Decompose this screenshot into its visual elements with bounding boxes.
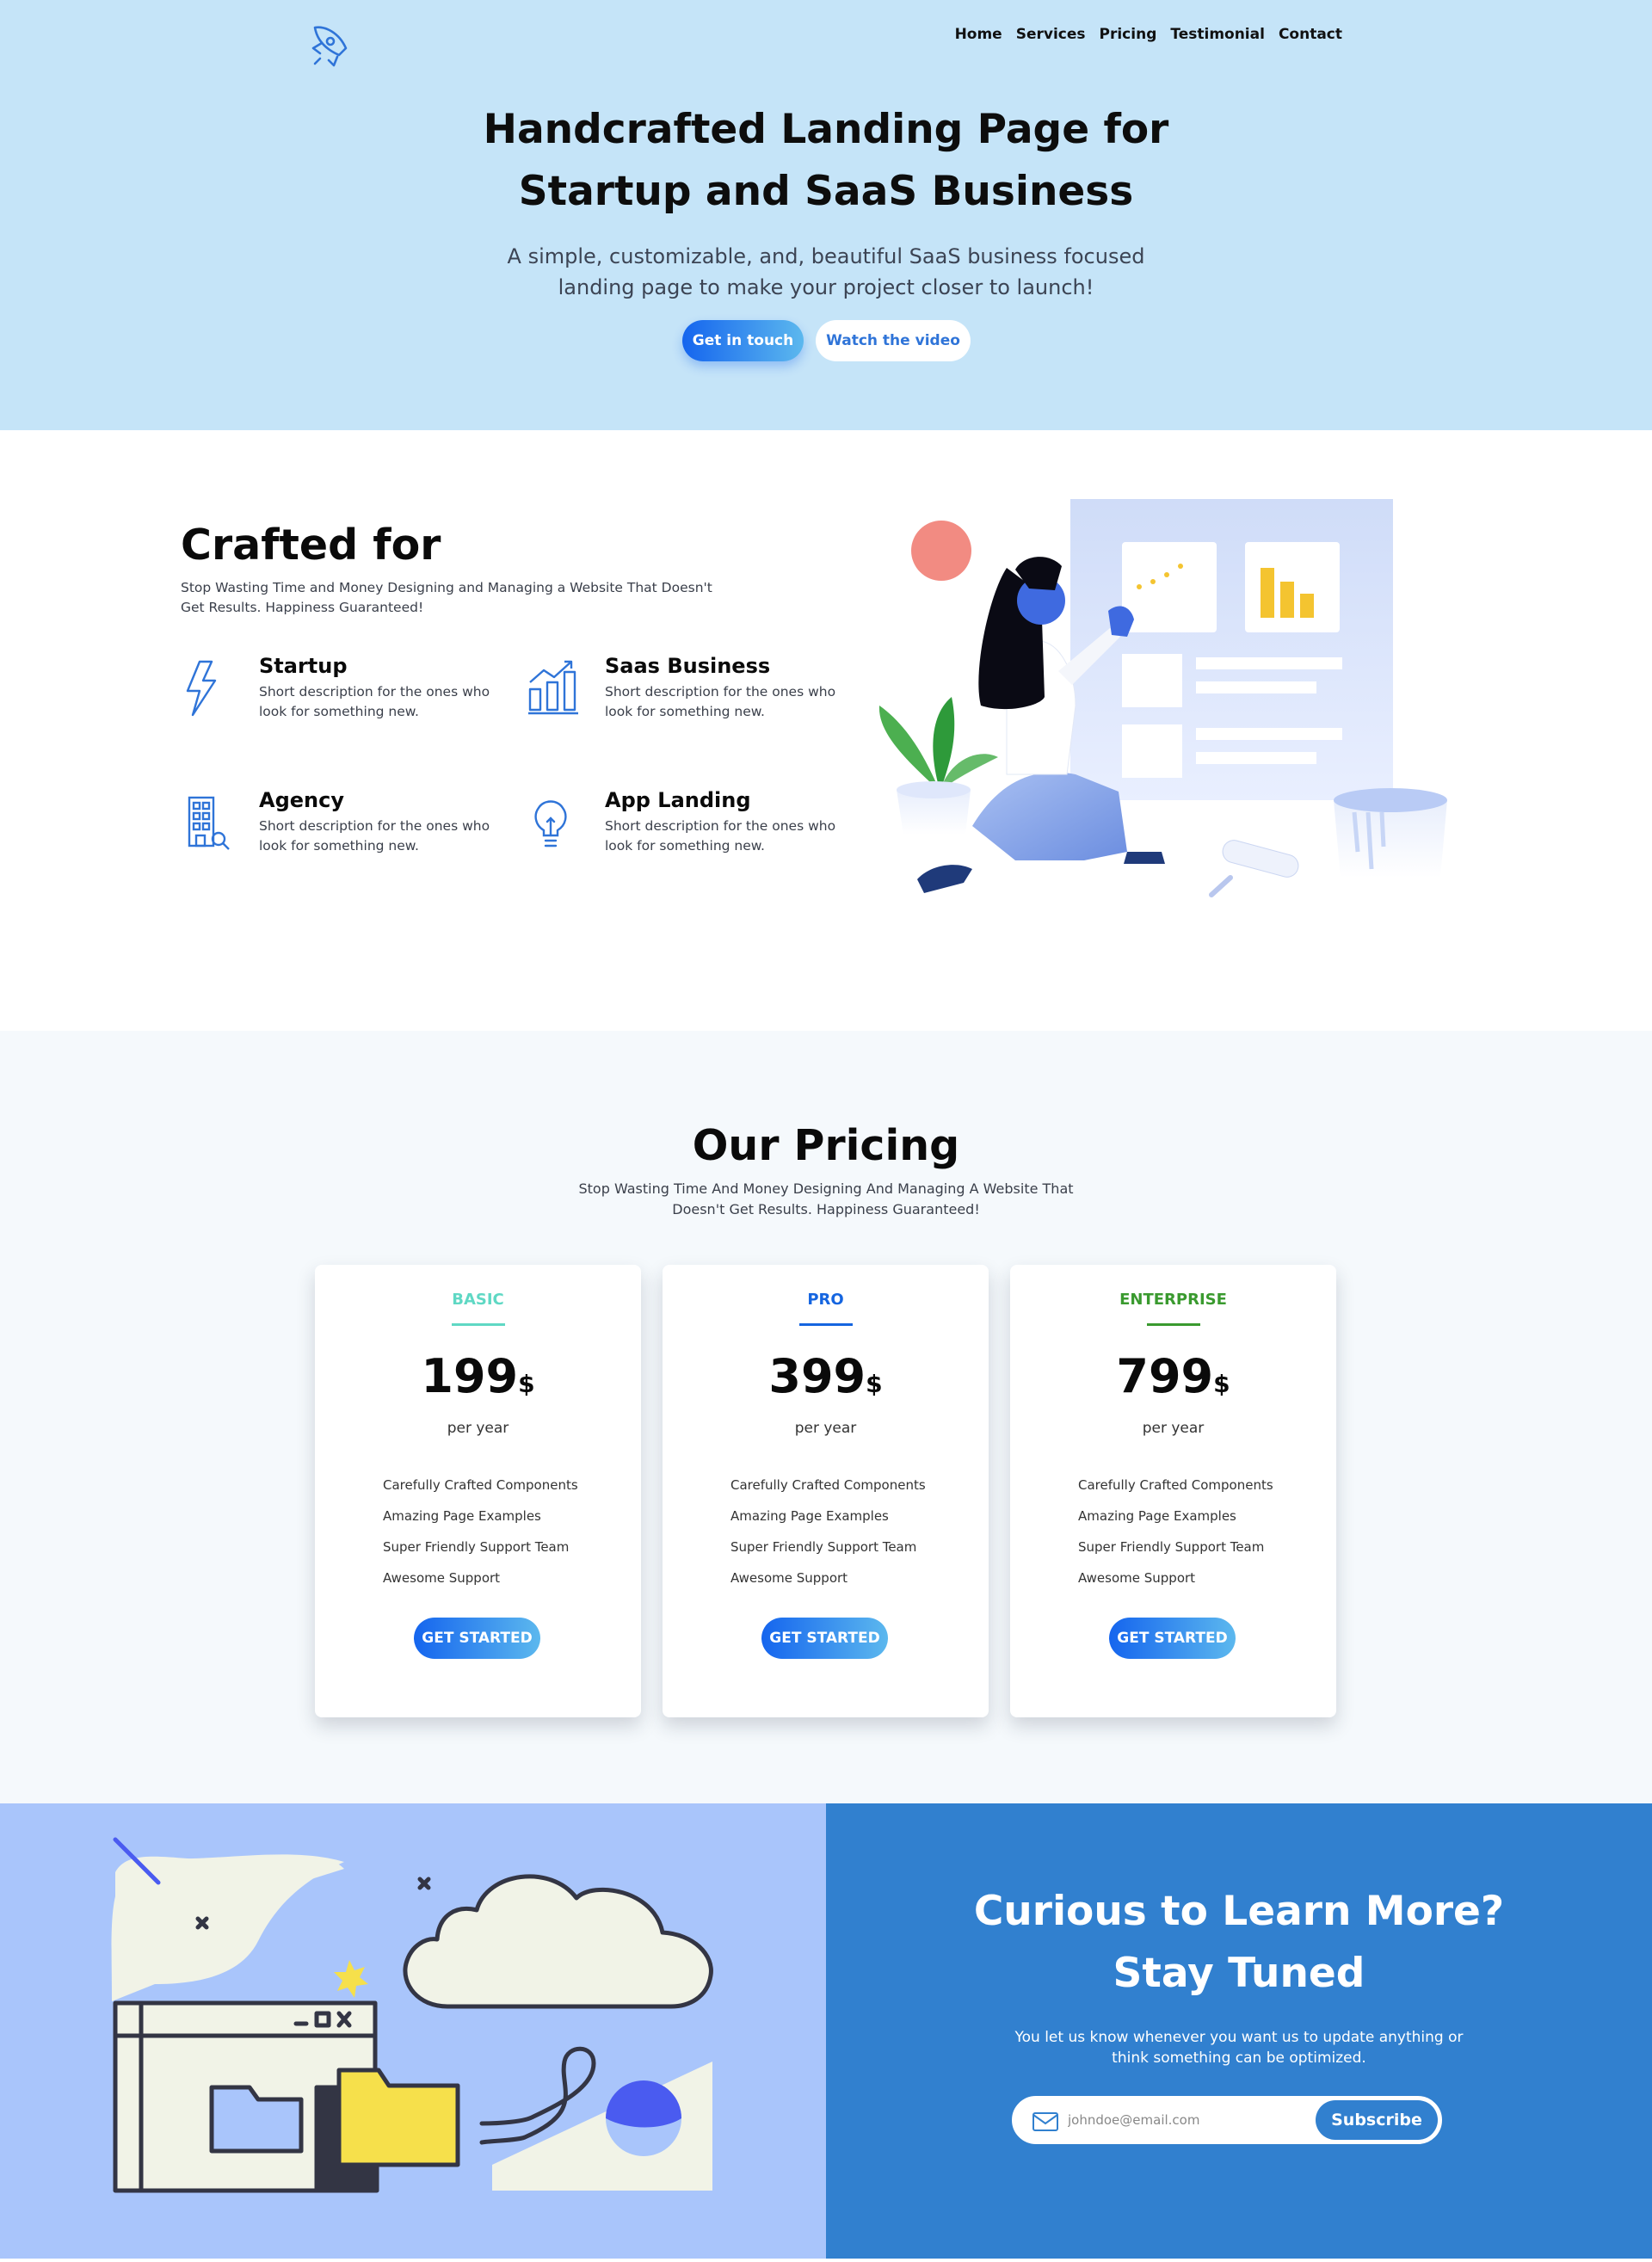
plan-period: per year bbox=[1142, 1420, 1205, 1437]
plan-feature: Amazing Page Examples bbox=[1078, 1508, 1236, 1524]
feature-desc: Short description for the ones who look … bbox=[259, 818, 490, 854]
plan-price: 799$ bbox=[1010, 1349, 1336, 1403]
plan-underline bbox=[452, 1323, 505, 1326]
plan-feature: Super Friendly Support Team bbox=[1078, 1539, 1265, 1555]
subscribe-form: Subscribe bbox=[1012, 2096, 1442, 2144]
crafted-title: Crafted for bbox=[181, 521, 441, 570]
lightbulb-icon bbox=[527, 792, 580, 853]
newsletter-description: You let us know whenever you want us to … bbox=[1014, 2029, 1464, 2067]
pricing-card-basic: BASIC 199$ per year Carefully Crafted Co… bbox=[315, 1265, 641, 1717]
hero-subtitle: A simple, customizable, and, beautiful S… bbox=[507, 244, 1145, 299]
plan-feature: Carefully Crafted Components bbox=[730, 1477, 926, 1493]
hero-section: Home Services Pricing Testimonial Contac… bbox=[0, 0, 1652, 430]
mail-icon bbox=[1032, 2111, 1059, 2132]
crafted-section: Crafted for Stop Wasting Time and Money … bbox=[0, 430, 1652, 1031]
plan-price: 199$ bbox=[315, 1349, 641, 1403]
pricing-description: Stop Wasting Time And Money Designing An… bbox=[578, 1180, 1074, 1217]
plan-feature: Amazing Page Examples bbox=[730, 1508, 889, 1524]
feature-saas: Saas Business Short description for the … bbox=[527, 654, 871, 727]
plan-name: BASIC bbox=[452, 1291, 504, 1309]
plan-feature: Super Friendly Support Team bbox=[730, 1539, 917, 1555]
feature-app-landing: App Landing Short description for the on… bbox=[527, 788, 871, 861]
plan-name: PRO bbox=[807, 1291, 844, 1309]
chart-icon bbox=[527, 658, 580, 718]
plan-feature: Carefully Crafted Components bbox=[383, 1477, 578, 1493]
plan-feature: Awesome Support bbox=[383, 1570, 501, 1586]
price-currency: $ bbox=[1213, 1370, 1230, 1398]
plan-feature: Awesome Support bbox=[1078, 1570, 1196, 1586]
price-amount: 799 bbox=[1116, 1349, 1214, 1403]
cloud-folder-illustration bbox=[111, 1837, 713, 2193]
newsletter-title-line1: Curious to Learn More? bbox=[973, 1888, 1505, 1935]
newsletter-title: Curious to Learn More? Stay Tuned bbox=[938, 1881, 1540, 2005]
newsletter-title-line2: Stay Tuned bbox=[1113, 1950, 1365, 1997]
plan-feature: Awesome Support bbox=[730, 1570, 848, 1586]
hero-title: Handcrafted Landing Page for Startup and… bbox=[396, 99, 1256, 223]
feature-desc: Short description for the ones who look … bbox=[605, 684, 836, 719]
crafted-description: Stop Wasting Time and Money Designing an… bbox=[181, 580, 712, 615]
feature-title: Agency bbox=[259, 788, 344, 812]
newsletter-illustration-panel bbox=[0, 1803, 826, 2259]
pricing-card-enterprise: ENTERPRISE 799$ per year Carefully Craft… bbox=[1010, 1265, 1336, 1717]
plan-feature: Amazing Page Examples bbox=[383, 1508, 541, 1524]
plan-feature: Super Friendly Support Team bbox=[383, 1539, 570, 1555]
get-started-button[interactable]: GET STARTED bbox=[414, 1618, 540, 1659]
feature-desc: Short description for the ones who look … bbox=[259, 684, 490, 719]
lightning-icon bbox=[181, 658, 234, 718]
plan-period: per year bbox=[794, 1420, 857, 1437]
nav-home[interactable]: Home bbox=[955, 26, 1002, 43]
get-started-button[interactable]: GET STARTED bbox=[761, 1618, 888, 1659]
feature-title: Startup bbox=[259, 654, 348, 678]
price-currency: $ bbox=[518, 1370, 535, 1398]
hero-title-line1: Handcrafted Landing Page for bbox=[483, 106, 1169, 153]
price-currency: $ bbox=[866, 1370, 883, 1398]
plan-underline bbox=[1147, 1323, 1200, 1326]
main-nav: Home Services Pricing Testimonial Contac… bbox=[955, 26, 1342, 43]
email-input[interactable] bbox=[1068, 2107, 1300, 2133]
newsletter-section: Curious to Learn More? Stay Tuned You le… bbox=[826, 1803, 1652, 2259]
plan-underline bbox=[799, 1323, 853, 1326]
feature-title: App Landing bbox=[605, 788, 751, 812]
pricing-card-pro: PRO 399$ per year Carefully Crafted Comp… bbox=[663, 1265, 989, 1717]
feature-startup: Startup Short description for the ones w… bbox=[181, 654, 525, 727]
designer-illustration bbox=[869, 499, 1454, 912]
plan-feature: Carefully Crafted Components bbox=[1078, 1477, 1273, 1493]
price-amount: 199 bbox=[421, 1349, 519, 1403]
plan-period: per year bbox=[447, 1420, 509, 1437]
pricing-title: Our Pricing bbox=[692, 1121, 960, 1170]
feature-desc: Short description for the ones who look … bbox=[605, 818, 836, 854]
plan-name: ENTERPRISE bbox=[1119, 1291, 1227, 1309]
watch-video-button[interactable]: Watch the video bbox=[816, 320, 971, 361]
pricing-section: Our Pricing Stop Wasting Time And Money … bbox=[0, 1031, 1652, 1803]
hero-title-line2: Startup and SaaS Business bbox=[518, 168, 1134, 215]
nav-pricing[interactable]: Pricing bbox=[1100, 26, 1157, 43]
plan-features: Carefully Crafted Components Amazing Pag… bbox=[1078, 1470, 1273, 1593]
subscribe-button[interactable]: Subscribe bbox=[1316, 2100, 1438, 2140]
nav-services[interactable]: Services bbox=[1016, 26, 1086, 43]
feature-agency: Agency Short description for the ones wh… bbox=[181, 788, 525, 861]
plan-price: 399$ bbox=[663, 1349, 989, 1403]
building-icon bbox=[181, 792, 234, 853]
get-started-button[interactable]: GET STARTED bbox=[1109, 1618, 1236, 1659]
plan-features: Carefully Crafted Components Amazing Pag… bbox=[383, 1470, 578, 1593]
rocket-logo-icon[interactable] bbox=[308, 24, 353, 69]
get-in-touch-button[interactable]: Get in touch bbox=[682, 320, 804, 361]
price-amount: 399 bbox=[768, 1349, 866, 1403]
plan-features: Carefully Crafted Components Amazing Pag… bbox=[730, 1470, 926, 1593]
nav-contact[interactable]: Contact bbox=[1279, 26, 1342, 43]
nav-testimonial[interactable]: Testimonial bbox=[1170, 26, 1265, 43]
feature-title: Saas Business bbox=[605, 654, 771, 678]
